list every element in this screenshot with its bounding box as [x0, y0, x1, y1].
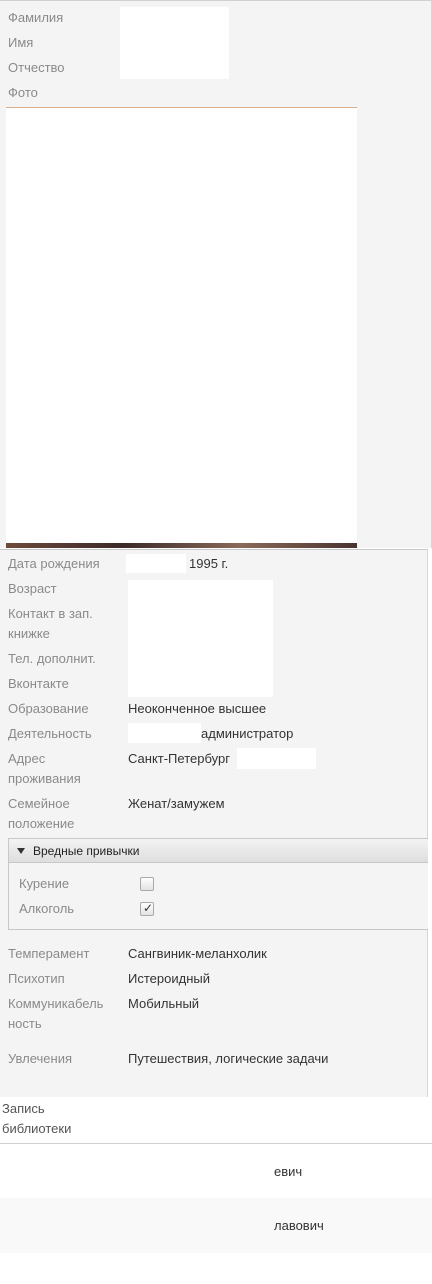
education-value: Неоконченное высшее	[128, 701, 267, 716]
list-item[interactable]: евич	[0, 1144, 432, 1198]
smoking-checkbox[interactable]	[140, 877, 154, 891]
activity-value: администратор	[201, 726, 294, 741]
activity-label: Деятельность	[8, 726, 92, 741]
photo-bottom-edge	[6, 543, 357, 548]
surname-label: Фамилия	[8, 10, 64, 25]
list-item[interactable]: лавович	[0, 1198, 432, 1253]
vk-label: Вконтакте	[8, 676, 69, 691]
hobbies-value: Путешествия, логические задачи	[128, 1051, 329, 1066]
list-item-label: евич	[274, 1164, 303, 1179]
sociability-value: Мобильный	[128, 996, 200, 1011]
address-label: Адрес проживания	[8, 751, 81, 786]
patronymic-label: Отчество	[8, 60, 65, 75]
habits-header[interactable]: Вредные привычки	[9, 839, 428, 863]
photo-label: Фото	[8, 85, 38, 100]
family-value: Женат/замужем	[128, 796, 225, 811]
smoking-label: Курение	[19, 876, 70, 891]
education-label: Образование	[8, 701, 89, 716]
address-value: Санкт-Петербург	[128, 751, 230, 766]
collapse-arrow-icon[interactable]	[17, 848, 25, 854]
phone-label: Тел. дополнит.	[8, 651, 96, 666]
birth-year-value: 1995 г.	[189, 556, 229, 571]
psychotype-label: Психотип	[8, 971, 65, 986]
alcohol-label: Алкоголь	[19, 901, 75, 916]
address-field[interactable]	[237, 748, 316, 769]
habits-pane: Вредные привычки Курение Алкоголь ✓	[8, 838, 428, 930]
library-label: Запись библиотеки	[2, 1101, 72, 1136]
contact-fields[interactable]	[128, 580, 273, 697]
family-label: Семейное положение	[8, 796, 75, 831]
habits-title: Вредные привычки	[33, 844, 140, 858]
hobbies-label: Увлечения	[8, 1051, 73, 1066]
birth-date-label: Дата рождения	[8, 556, 100, 571]
sociability-label: Коммуникабельность	[8, 996, 104, 1031]
contact-label: Контакт в зап. книжке	[8, 606, 93, 641]
age-label: Возраст	[8, 581, 57, 596]
activity-field[interactable]	[128, 723, 201, 743]
temperament-label: Темперамент	[8, 946, 90, 961]
temperament-value: Сангвиник-меланхолик	[128, 946, 267, 961]
name-fields[interactable]	[120, 7, 229, 79]
check-icon: ✓	[143, 901, 154, 915]
list-item-label: лавович	[274, 1218, 324, 1233]
alcohol-checkbox[interactable]: ✓	[140, 901, 154, 916]
birth-date-field[interactable]	[126, 554, 186, 573]
name-label: Имя	[8, 35, 34, 50]
library-list[interactable]: евич лавович	[0, 1143, 432, 1259]
psychotype-value: Истероидный	[128, 971, 210, 986]
photo-image	[6, 107, 357, 548]
